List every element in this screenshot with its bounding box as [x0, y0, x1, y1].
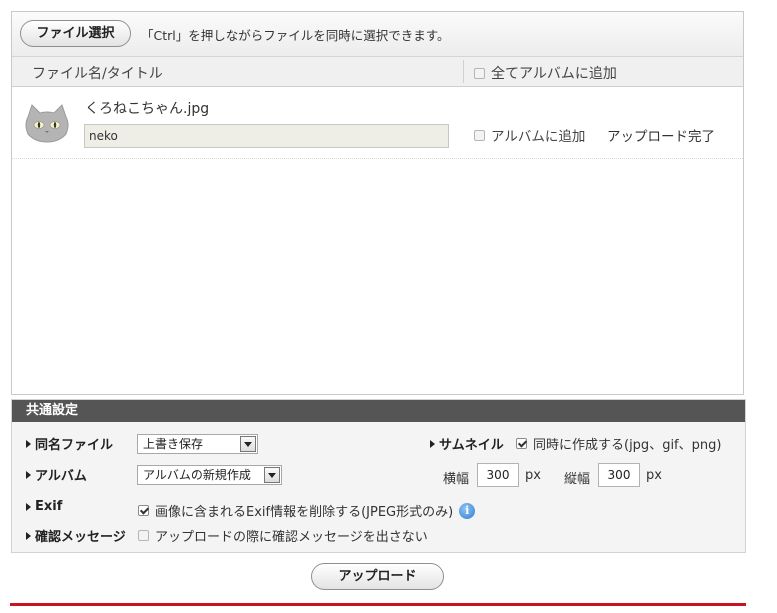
- add-all-checkbox-box[interactable]: [474, 67, 485, 79]
- dropdown-arrow-icon[interactable]: [240, 436, 256, 452]
- add-to-album-checkbox-box[interactable]: [474, 129, 485, 141]
- same-name-file-text: 同名ファイル: [35, 438, 114, 453]
- triangle-right-icon: [26, 439, 31, 448]
- accent-divider: [10, 603, 746, 606]
- confirm-message-label: 確認メッセージ: [26, 526, 126, 545]
- triangle-right-icon: [430, 439, 435, 448]
- same-name-file-value: 上書き保存: [143, 437, 204, 451]
- remove-exif-checkbox[interactable]: 画像に含まれるExif情報を削除する(JPEG形式のみ) i: [138, 501, 476, 520]
- upload-button[interactable]: アップロード: [311, 563, 444, 590]
- file-toolbar: ファイル選択 「Ctrl」を押しながらファイルを同時に選択できます。: [12, 12, 743, 57]
- triangle-right-icon: [26, 531, 31, 540]
- exif-text: Exif: [35, 499, 63, 514]
- create-thumbnail-checkbox-box[interactable]: [516, 438, 527, 449]
- album-select-value: アルバムの新規作成: [143, 468, 251, 482]
- remove-exif-label: 画像に含まれるExif情報を削除する(JPEG形式のみ): [155, 505, 454, 520]
- album-label: アルバム: [26, 465, 87, 484]
- same-name-file-label: 同名ファイル: [26, 434, 113, 453]
- album-text: アルバム: [35, 469, 87, 484]
- cat-thumbnail-icon: [25, 104, 69, 143]
- info-icon[interactable]: i: [459, 502, 476, 519]
- thumbnail-width-unit: px: [525, 468, 541, 483]
- create-thumbnail-checkbox[interactable]: 同時に作成する(jpg、gif、png): [516, 434, 721, 453]
- file-title-input[interactable]: [84, 124, 449, 148]
- confirm-message-text: 確認メッセージ: [35, 530, 126, 545]
- skip-confirm-label: アップロードの際に確認メッセージを出さない: [155, 530, 428, 545]
- skip-confirm-checkbox-box[interactable]: [138, 530, 149, 541]
- file-list-panel: ファイル選択 「Ctrl」を押しながらファイルを同時に選択できます。 ファイル名…: [11, 11, 744, 395]
- title-column-header: ファイル名/タイトル: [32, 66, 163, 82]
- thumbnail-width-label: 横幅: [443, 472, 470, 487]
- add-all-to-album-checkbox[interactable]: 全てアルバムに追加: [474, 63, 617, 83]
- exif-label: Exif: [26, 499, 62, 514]
- thumbnail-height-label: 縦幅: [564, 472, 591, 487]
- upload-status: アップロード完了: [607, 129, 715, 145]
- thumbnail-label: サムネイル: [430, 434, 504, 453]
- settings-header: 共通設定: [12, 400, 745, 422]
- select-file-button[interactable]: ファイル選択: [20, 20, 131, 47]
- common-settings-panel: 共通設定 同名ファイル 上書き保存 アルバム アルバムの新規作成 Exif 画像…: [11, 399, 746, 553]
- file-name: くろねこちゃん.jpg: [85, 101, 210, 117]
- column-divider: [463, 60, 464, 83]
- triangle-right-icon: [26, 502, 31, 511]
- column-header: ファイル名/タイトル 全てアルバムに追加: [12, 57, 743, 87]
- thumbnail-height-unit: px: [646, 468, 662, 483]
- thumbnail-height-input[interactable]: 300: [598, 463, 640, 487]
- thumbnail-width-input[interactable]: 300: [477, 463, 519, 487]
- create-thumbnail-label: 同時に作成する(jpg、gif、png): [533, 438, 722, 453]
- same-name-file-select[interactable]: 上書き保存: [137, 434, 258, 454]
- dropdown-arrow-icon[interactable]: [264, 467, 280, 483]
- triangle-right-icon: [26, 470, 31, 479]
- remove-exif-checkbox-box[interactable]: [138, 505, 149, 516]
- album-select[interactable]: アルバムの新規作成: [137, 465, 282, 485]
- toolbar-hint: 「Ctrl」を押しながらファイルを同時に選択できます。: [141, 28, 450, 43]
- add-to-album-checkbox[interactable]: アルバムに追加: [474, 125, 585, 145]
- thumbnail-text: サムネイル: [439, 438, 504, 453]
- file-row: くろねこちゃん.jpg アルバムに追加 アップロード完了: [12, 87, 743, 159]
- add-to-album-label: アルバムに追加: [491, 129, 586, 145]
- add-all-label: 全てアルバムに追加: [491, 66, 617, 82]
- skip-confirm-checkbox[interactable]: アップロードの際に確認メッセージを出さない: [138, 526, 428, 545]
